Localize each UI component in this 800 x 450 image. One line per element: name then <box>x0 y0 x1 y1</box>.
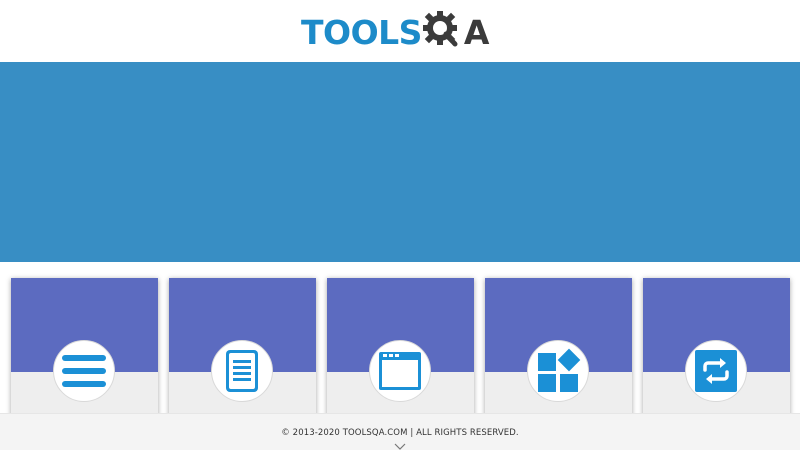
hero-banner <box>0 62 800 262</box>
logo-text-tools: TOOLS <box>301 12 422 52</box>
widgets-icon <box>538 348 581 392</box>
list-icon <box>62 355 106 387</box>
document-icon <box>226 350 258 392</box>
category-card[interactable] <box>11 278 158 428</box>
category-cards <box>0 262 800 428</box>
gear-magnifier-icon <box>422 11 458 47</box>
category-card[interactable] <box>169 278 316 428</box>
browser-window-icon <box>379 352 421 390</box>
copyright-text: © 2013-2020 TOOLSQA.COM | ALL RIGHTS RES… <box>281 428 519 438</box>
chevron-down-icon[interactable] <box>394 443 406 450</box>
card-icon-circle <box>211 340 273 402</box>
card-icon-circle <box>53 340 115 402</box>
category-card[interactable] <box>485 278 632 428</box>
interactions-icon <box>695 350 737 392</box>
site-header: TOOLS A <box>0 0 800 62</box>
toolsqa-logo[interactable]: TOOLS A <box>301 10 489 54</box>
site-footer: © 2013-2020 TOOLSQA.COM | ALL RIGHTS RES… <box>0 413 800 450</box>
card-icon-circle <box>369 340 431 402</box>
category-card[interactable] <box>327 278 474 428</box>
logo-text-a: A <box>463 12 490 52</box>
category-card[interactable] <box>643 278 790 428</box>
card-icon-circle <box>527 340 589 402</box>
card-icon-circle <box>685 340 747 402</box>
